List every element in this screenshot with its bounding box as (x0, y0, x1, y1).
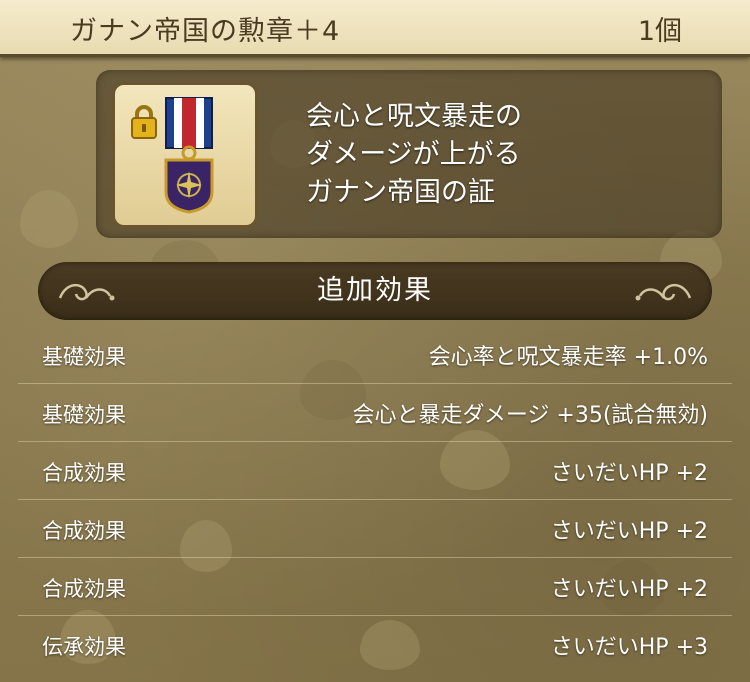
item-detail-screen: ガナン帝国の勲章＋4 1個 会心と呪文暴走の ダメージが上がる ガナン帝国の証 (0, 0, 750, 682)
effect-row: 合成効果 さいだいHP +2 (0, 558, 750, 616)
item-header-bar: ガナン帝国の勲章＋4 1個 (0, 0, 750, 57)
effect-row: 合成効果 さいだいHP +2 (0, 442, 750, 500)
effect-type: 合成効果 (42, 461, 126, 485)
effect-value: さいだいHP +2 (550, 519, 708, 544)
effect-value: 会心と暴走ダメージ +35(試合無効) (352, 403, 709, 428)
background-leaf-decoration (20, 190, 78, 248)
item-description: 会心と呪文暴走の ダメージが上がる ガナン帝国の証 (306, 98, 706, 212)
effect-row: 基礎効果 会心と暴走ダメージ +35(試合無効) (0, 384, 750, 442)
effect-type: 基礎効果 (42, 345, 126, 369)
medal-icon (164, 97, 214, 214)
ornament-icon (635, 284, 692, 301)
description-line: 会心と呪文暴走の (306, 101, 522, 132)
additional-effects-header: 追加効果 (38, 262, 712, 320)
effect-type: 合成効果 (42, 577, 126, 601)
effect-value: さいだいHP +2 (550, 577, 708, 602)
description-line: ガナン帝国の証 (306, 177, 495, 208)
item-count: 1個 (637, 16, 682, 47)
effect-row: 伝承効果 さいだいHP +3 (0, 616, 750, 674)
effect-row: 合成効果 さいだいHP +2 (0, 500, 750, 558)
section-title: 追加効果 (317, 275, 433, 306)
effect-value: さいだいHP +3 (550, 635, 708, 660)
lock-icon[interactable] (130, 104, 158, 140)
effect-type: 基礎効果 (42, 403, 126, 427)
effect-value: 会心率と呪文暴走率 +1.0% (428, 345, 708, 370)
item-name: ガナン帝国の勲章＋4 (70, 16, 341, 47)
effect-row: 基礎効果 会心率と呪文暴走率 +1.0% (0, 326, 750, 384)
effect-type: 合成効果 (42, 519, 126, 543)
effect-value: さいだいHP +2 (550, 461, 708, 486)
description-line: ダメージが上がる (306, 139, 521, 170)
effect-type: 伝承効果 (42, 635, 126, 659)
